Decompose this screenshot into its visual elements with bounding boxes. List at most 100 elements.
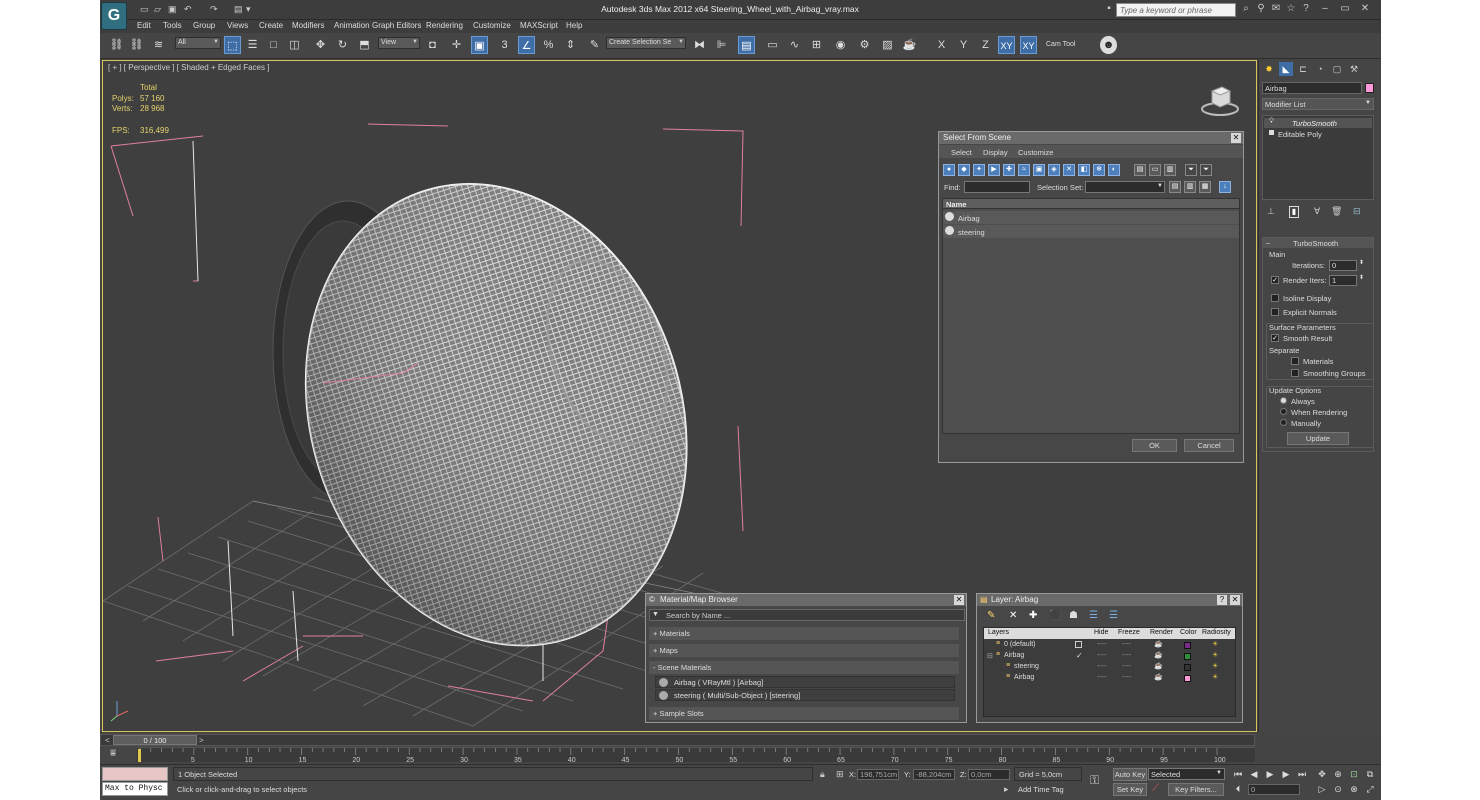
reference-coordinate-dropdown[interactable]: View <box>378 37 420 49</box>
menu-tools[interactable]: Tools <box>163 21 182 30</box>
orbit-icon[interactable]: ⊕ <box>1332 768 1344 780</box>
update-always-radio[interactable] <box>1280 397 1287 404</box>
align-icon[interactable]: ⊫ <box>713 36 730 54</box>
selection-set-dropdown[interactable]: ▼ <box>1085 181 1165 193</box>
material-editor-icon[interactable]: ◉ <box>832 36 849 54</box>
zoom-all-icon[interactable]: ⧉ <box>1364 768 1376 780</box>
find-input[interactable] <box>964 181 1030 193</box>
close-icon[interactable]: ✕ <box>1230 595 1240 605</box>
column-color[interactable]: Color <box>1180 629 1197 636</box>
display-frozen-icon[interactable]: ❄ <box>1093 164 1105 176</box>
menu-edit[interactable]: Edit <box>137 21 151 30</box>
menu-customize[interactable]: Customize <box>473 21 511 30</box>
key-selection-dropdown[interactable]: Selected ▼ <box>1148 768 1225 780</box>
layer-color-swatch[interactable] <box>1184 675 1191 682</box>
render-teapot-icon[interactable]: ☕ <box>1154 662 1163 670</box>
spinner-snap-icon[interactable]: ⇕ <box>562 36 579 54</box>
maxscript-listener-input[interactable]: Max to Physc <box>102 782 168 796</box>
menu-maxscript[interactable]: MAXScript <box>520 21 558 30</box>
display-geometry-icon[interactable]: ● <box>943 164 955 176</box>
menu-animation[interactable]: Animation <box>334 21 370 30</box>
quick-access-dropdown-icon[interactable]: ▾ <box>246 4 251 15</box>
communication-icon[interactable]: ✉ <box>1270 3 1282 15</box>
graphite-ribbon-icon[interactable]: ▭ <box>764 36 781 54</box>
select-by-name-icon[interactable]: ☰ <box>244 36 261 54</box>
rollout-header[interactable]: – TurboSmooth <box>1263 238 1373 248</box>
render-iters-checkbox[interactable]: ✓ <box>1271 276 1279 284</box>
render-teapot-icon[interactable]: ☕ <box>1154 640 1163 648</box>
layer-freeze-toggle[interactable]: ---- <box>1122 674 1131 681</box>
project-folder-icon[interactable]: ▤ <box>234 4 243 15</box>
add-to-layer-icon[interactable]: ✚ <box>1029 610 1037 621</box>
display-lights-icon[interactable]: ✦ <box>973 164 985 176</box>
display-all-icon[interactable]: ▤ <box>1134 164 1146 176</box>
menu-views[interactable]: Views <box>227 21 248 30</box>
time-tag-icon[interactable]: ▸ <box>1004 784 1009 795</box>
radiosity-icon[interactable]: ☀ <box>1212 640 1218 648</box>
close-icon[interactable]: ✕ <box>1231 133 1241 143</box>
modify-tab-icon[interactable]: ◣ <box>1279 62 1293 76</box>
render-teapot-icon[interactable]: ☕ <box>1154 651 1163 659</box>
selection-set-remove-icon[interactable]: ▥ <box>1184 181 1196 193</box>
rendered-frame-window-icon[interactable]: ▨ <box>879 36 896 54</box>
rectangular-selection-icon[interactable]: □ <box>265 36 282 54</box>
menu-customize[interactable]: Customize <box>1018 148 1053 157</box>
save-file-icon[interactable]: ▣ <box>168 4 177 15</box>
section-materials[interactable]: + Materials <box>649 627 959 640</box>
column-layers[interactable]: Layers <box>988 629 1009 636</box>
render-iters-spinner[interactable]: 1 <box>1329 275 1357 286</box>
delete-layer-icon[interactable]: ✕ <box>1009 610 1017 621</box>
layer-freeze-toggle[interactable]: ---- <box>1122 663 1131 670</box>
favorites-icon[interactable]: ☆ <box>1285 3 1297 15</box>
options-dropdown-icon[interactable]: ▼ <box>652 611 659 618</box>
play-icon[interactable]: ▶ <box>1264 768 1276 780</box>
stack-item-turbosmooth[interactable]: 💡︎ TurboSmooth <box>1264 118 1372 128</box>
key-mode-icon[interactable]: ⏴ <box>1232 783 1244 795</box>
cam-tool-label[interactable]: Cam Tool <box>1046 41 1075 48</box>
menu-help[interactable]: Help <box>566 21 582 30</box>
maxscript-listener-pink[interactable] <box>102 767 168 781</box>
layer-row[interactable]: ≡ 0 (default) ---- ---- ☕ ☀ <box>984 640 1235 651</box>
scale-icon[interactable]: ⬒ <box>356 36 373 54</box>
axis-y-button[interactable]: Y <box>955 36 972 54</box>
key-icon[interactable]: ⚿ <box>1090 773 1099 788</box>
material-item[interactable]: Airbag ( VRayMtl ) [Airbag] <box>655 676 955 688</box>
search-icon[interactable]: ⌕ <box>1240 3 1252 15</box>
column-render[interactable]: Render <box>1150 629 1173 636</box>
axis-z-button[interactable]: Z <box>977 36 994 54</box>
viewcube[interactable] <box>1200 83 1239 116</box>
remove-modifier-icon[interactable]: 🗑︎ <box>1331 206 1342 217</box>
layer-row[interactable]: ≡ Airbag ---- ---- ☕ ☀ ✓ ⊟ <box>984 651 1235 662</box>
display-spacewarps-icon[interactable]: ≈ <box>1018 164 1030 176</box>
section-maps[interactable]: + Maps <box>649 644 959 657</box>
update-manually-radio[interactable] <box>1280 419 1287 426</box>
pin-stack-icon[interactable]: ⊥ <box>1267 206 1275 217</box>
dialog-title[interactable]: Layer: Airbag <box>977 594 1242 606</box>
layer-freeze-toggle[interactable]: ---- <box>1122 652 1131 659</box>
configure-modifier-sets-icon[interactable]: ⊟ <box>1353 206 1361 217</box>
go-to-end-icon[interactable]: ⏭ <box>1296 768 1308 780</box>
y-coordinate-field[interactable]: -88,204cm <box>913 769 955 780</box>
bind-space-warp-icon[interactable]: ≋ <box>150 36 167 54</box>
axis-x-button[interactable]: X <box>933 36 950 54</box>
light-bulb-icon[interactable]: 💡︎ <box>1269 118 1274 126</box>
set-key-button[interactable]: Set Key <box>1113 783 1147 796</box>
edit-named-selection-icon[interactable]: ✎ <box>586 36 603 54</box>
set-key-mode-icon[interactable]: ⟋ <box>1152 783 1159 794</box>
z-coordinate-field[interactable]: 0,0cm <box>968 769 1010 780</box>
render-teapot-icon[interactable]: ☕ <box>1154 673 1163 681</box>
display-hidden-icon[interactable]: ◐ <box>1108 164 1120 176</box>
list-item[interactable]: steering <box>943 225 1239 238</box>
filter-icon[interactable]: ⏷ <box>1185 164 1197 176</box>
unlink-icon[interactable]: ⛓ <box>128 36 145 54</box>
filter-settings-icon[interactable]: ⏷ <box>1200 164 1212 176</box>
close-icon[interactable]: ✕ <box>954 595 964 605</box>
motion-tab-icon[interactable]: ◔ <box>1313 62 1327 76</box>
menu-graph-editors[interactable]: Graph Editors <box>372 21 421 30</box>
display-bones-icon[interactable]: ✕ <box>1063 164 1075 176</box>
show-end-result-icon[interactable]: ▮ <box>1289 206 1299 218</box>
window-crossing-icon[interactable]: ◫ <box>286 36 303 54</box>
display-invert-icon[interactable]: ▥ <box>1164 164 1176 176</box>
select-object-icon[interactable]: ⬚ <box>224 36 241 54</box>
menu-select[interactable]: Select <box>951 148 972 157</box>
